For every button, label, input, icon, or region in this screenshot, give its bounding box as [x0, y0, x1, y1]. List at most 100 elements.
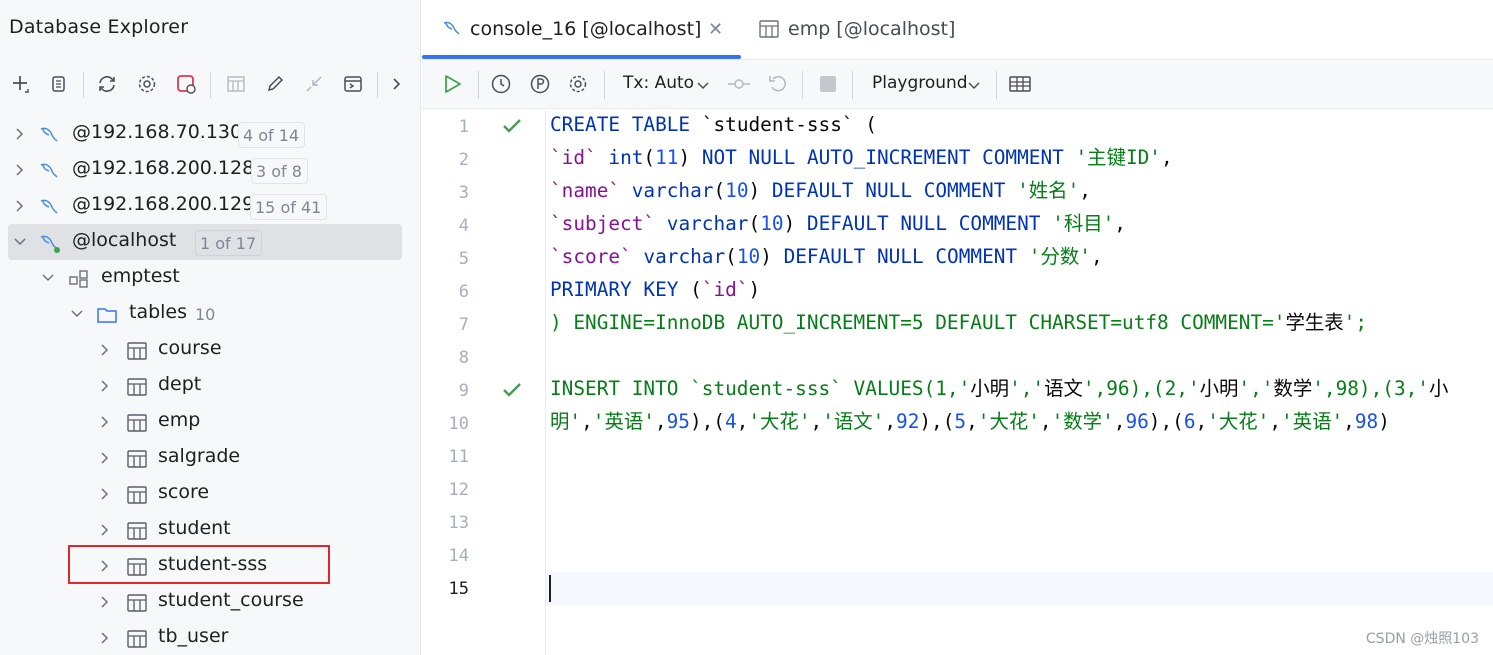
tree-connection-row-selected[interactable]: @localhost 1 of 17 [0, 224, 421, 260]
chevron-down-icon[interactable] [40, 270, 56, 286]
tab-label: console_16 [@localhost] [470, 18, 702, 40]
table-item[interactable]: salgrade [0, 440, 421, 476]
table-item[interactable]: student [0, 512, 421, 548]
chevron-down-icon[interactable] [12, 234, 28, 250]
console-icon[interactable] [341, 72, 365, 96]
code-line[interactable]: PRIMARY KEY (`id`) [550, 280, 760, 300]
tree-connection-row[interactable]: @192.168.70.130 4 of 14 [0, 116, 421, 152]
check-icon [503, 383, 521, 397]
playground-dropdown[interactable]: Playground [872, 73, 968, 93]
chevron-down-icon[interactable] [696, 79, 710, 93]
tab-emp[interactable]: emp [@localhost] [741, 0, 971, 60]
line-number: 2 [458, 150, 469, 170]
tx-mode-dropdown[interactable]: Tx: Auto [623, 73, 694, 93]
table-label: course [158, 337, 222, 359]
table-label: salgrade [158, 445, 241, 467]
table-item[interactable]: course [0, 332, 421, 368]
watermark: CSDN @烛照103 [1365, 631, 1479, 647]
code-line[interactable]: `id` int(11) NOT NULL AUTO_INCREMENT COM… [550, 148, 1173, 168]
table-item[interactable]: tb_user [0, 620, 421, 655]
line-number: 4 [458, 216, 469, 236]
explain-plan-icon[interactable] [527, 71, 553, 97]
tree-folder-row[interactable]: tables 10 [0, 296, 421, 332]
mysql-dolphin-icon [40, 127, 58, 142]
folder-icon [97, 308, 117, 323]
table-label: tb_user [158, 625, 229, 647]
chevron-right-icon[interactable] [12, 162, 28, 178]
schema-icon [69, 270, 88, 288]
chevron-right-icon[interactable] [12, 198, 28, 214]
connection-badge: 4 of 14 [238, 122, 306, 148]
output-table-icon[interactable] [1007, 71, 1033, 97]
toolbar-divider [377, 72, 378, 98]
schema-label: emptest [101, 265, 180, 287]
chevron-right-icon[interactable] [97, 486, 113, 502]
code-line[interactable]: `name` varchar(10) DEFAULT NULL COMMENT … [550, 181, 1091, 201]
code-line[interactable]: 明','英语',95),(4,'大花','语文',92),(5,'大花','数学… [550, 412, 1390, 432]
line-number: 14 [448, 546, 469, 566]
chevron-right-icon[interactable] [12, 126, 28, 142]
editor-toolbar: Tx: Auto Playground [422, 60, 1493, 109]
settings-icon[interactable] [565, 71, 591, 97]
mysql-dolphin-icon [40, 199, 58, 214]
line-number: 3 [458, 183, 469, 203]
folder-count: 10 [195, 305, 216, 324]
table-icon [127, 594, 147, 612]
mysql-dolphin-connected-icon [40, 235, 60, 253]
current-line-highlight [422, 572, 1493, 605]
edit-icon[interactable] [263, 72, 287, 96]
close-icon[interactable]: ✕ [708, 19, 723, 40]
tree-connection-row[interactable]: @192.168.200.129 15 of 41 [0, 188, 421, 224]
annotation-highlight-box [68, 545, 330, 584]
tree-connection-row[interactable]: @192.168.200.128 3 of 8 [0, 152, 421, 188]
table-item[interactable]: dept [0, 368, 421, 404]
rollback-icon[interactable] [765, 71, 791, 97]
more-icon[interactable] [384, 72, 408, 96]
panel-title: Database Explorer [9, 16, 189, 38]
tab-console[interactable]: console_16 [@localhost] ✕ [422, 0, 741, 60]
code-line[interactable]: INSERT INTO `student-sss` VALUES(1,'小明',… [550, 379, 1448, 399]
tree-schema-row[interactable]: emptest [0, 260, 421, 296]
chevron-right-icon[interactable] [97, 450, 113, 466]
chevron-down-icon[interactable] [69, 306, 85, 322]
chevron-right-icon[interactable] [97, 342, 113, 358]
table-icon [127, 522, 147, 540]
stop-icon[interactable] [174, 72, 198, 96]
run-icon[interactable] [439, 71, 465, 97]
add-icon[interactable] [8, 72, 32, 96]
editor-tab-bar: console_16 [@localhost] ✕ emp [@localhos… [422, 0, 1493, 60]
line-number: 12 [448, 480, 469, 500]
connection-label: @192.168.70.130 [72, 121, 243, 143]
code-line[interactable]: `subject` varchar(10) DEFAULT NULL COMME… [550, 214, 1126, 234]
history-icon[interactable] [488, 71, 514, 97]
table-icon[interactable] [224, 72, 248, 96]
table-label: dept [158, 373, 202, 395]
table-item[interactable]: emp [0, 404, 421, 440]
mysql-dolphin-icon [40, 163, 58, 178]
connection-label: @192.168.200.129 [72, 193, 255, 215]
copy-icon[interactable] [46, 72, 70, 96]
table-item[interactable]: student_course [0, 584, 421, 620]
table-icon [127, 486, 147, 504]
chevron-right-icon[interactable] [97, 522, 113, 538]
line-number: 7 [458, 315, 469, 335]
table-icon [127, 450, 147, 468]
code-line[interactable]: ) ENGINE=InnoDB AUTO_INCREMENT=5 DEFAULT… [550, 313, 1367, 333]
connection-badge: 1 of 17 [195, 230, 263, 256]
settings-icon[interactable] [135, 72, 159, 96]
refresh-icon[interactable] [95, 72, 119, 96]
table-icon [759, 20, 779, 38]
active-tab-indicator [422, 55, 741, 59]
chevron-right-icon[interactable] [97, 414, 113, 430]
chevron-down-icon[interactable] [967, 79, 981, 93]
chevron-right-icon[interactable] [97, 630, 113, 646]
line-number: 1 [458, 117, 469, 137]
commit-icon[interactable] [726, 71, 752, 97]
stop-icon[interactable] [815, 71, 841, 97]
chevron-right-icon[interactable] [97, 594, 113, 610]
table-item[interactable]: score [0, 476, 421, 512]
jump-icon[interactable] [302, 72, 326, 96]
code-line[interactable]: CREATE TABLE `student-sss` ( [550, 115, 877, 135]
chevron-right-icon[interactable] [97, 378, 113, 394]
code-line[interactable]: `score` varchar(10) DEFAULT NULL COMMENT… [550, 247, 1103, 267]
